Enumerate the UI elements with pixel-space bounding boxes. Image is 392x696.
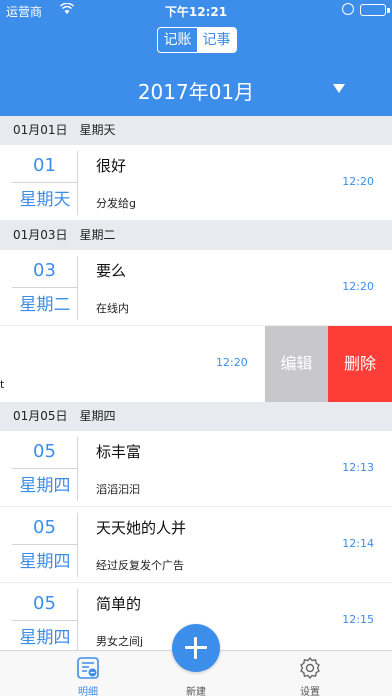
entry-weekday: 星期四: [19, 552, 71, 572]
section-header: 01月01日 星期天: [0, 116, 392, 145]
entry-day: 05: [33, 517, 56, 538]
section-weekday: 星期二: [79, 228, 116, 242]
tab-detail-label: 明细: [78, 687, 98, 696]
list-item[interactable]: 03 星期二 要么 在线内 12:20: [0, 250, 392, 326]
entry-time: 12:15: [342, 613, 374, 626]
dropdown-triangle-icon[interactable]: [333, 84, 345, 93]
entry-day: 05: [33, 593, 56, 614]
ledger-icon: [77, 657, 99, 679]
entry-time: 12:20: [342, 280, 374, 293]
entry-weekday: 星期四: [19, 628, 71, 648]
app-header: 运营商 下午12:21 记账 记事 2017年01月: [0, 0, 392, 116]
date-box: 05 星期四: [12, 437, 78, 501]
entry-weekday: 星期天: [19, 190, 71, 210]
swiped-list-item[interactable]: t 12:20 编辑 删除: [0, 326, 392, 402]
section-header: 01月05日 星期四: [0, 402, 392, 431]
entry-subtitle-cut: t: [0, 378, 5, 391]
date-box: 01 星期天: [12, 151, 78, 215]
status-bar: 运营商 下午12:21: [0, 0, 392, 20]
date-box: 05 星期四: [12, 589, 78, 653]
entry-title: 很好: [96, 157, 127, 175]
entry-weekday: 星期二: [19, 295, 71, 315]
mode-segmented-control[interactable]: 记账 记事: [157, 27, 237, 53]
date-box: 03 星期二: [12, 256, 78, 320]
entry-time: 12:20: [216, 356, 248, 369]
entry-time: 12:13: [342, 461, 374, 474]
entry-subtitle: 经过反复发个广告: [96, 559, 184, 572]
section-weekday: 星期四: [79, 409, 116, 423]
entry-day: 03: [33, 260, 56, 281]
section-header: 01月03日 星期二: [0, 221, 392, 250]
section-weekday: 星期天: [79, 123, 116, 137]
entry-weekday: 星期四: [19, 476, 71, 496]
section-date: 01月01日: [13, 123, 68, 137]
segment-notes[interactable]: 记事: [197, 28, 236, 52]
segment-accounting[interactable]: 记账: [158, 28, 197, 52]
entry-title: 天天她的人并: [96, 519, 187, 537]
list-item[interactable]: 01 星期天 很好 分发给g 12:20: [0, 145, 392, 221]
date-box: 05 星期四: [12, 513, 78, 577]
entry-subtitle: 男女之间j: [96, 635, 144, 648]
section-date: 01月03日: [13, 228, 68, 242]
status-time: 下午12:21: [164, 5, 228, 19]
tab-settings-label: 设置: [300, 687, 320, 696]
entry-title: 标丰富: [96, 443, 142, 461]
entry-subtitle: 在线内: [96, 302, 129, 315]
alarm-icon: [342, 3, 354, 15]
entry-time: 12:14: [342, 537, 374, 550]
tab-new-label: 新建: [186, 687, 206, 696]
battery-icon: [360, 4, 386, 16]
entry-time: 12:20: [342, 175, 374, 188]
entry-title: 要么: [96, 262, 127, 280]
gear-icon: [300, 657, 320, 679]
entry-subtitle: 滔滔汩汩: [96, 483, 140, 496]
entry-day: 05: [33, 441, 56, 462]
tab-settings[interactable]: 设置: [270, 651, 350, 696]
entry-subtitle: 分发给g: [96, 197, 136, 210]
battery-tip: [387, 8, 390, 13]
edit-button[interactable]: 编辑: [265, 326, 328, 402]
list-item[interactable]: 05 星期四 标丰富 滔滔汩汩 12:13: [0, 431, 392, 507]
entry-day: 01: [33, 155, 56, 176]
tab-detail[interactable]: 明细: [48, 651, 128, 696]
list-item[interactable]: 05 星期四 天天她的人并 经过反复发个广告 12:14: [0, 507, 392, 583]
add-new-button[interactable]: [172, 624, 220, 672]
entry-title: 简单的: [96, 595, 142, 613]
delete-button[interactable]: 删除: [328, 326, 392, 402]
section-date: 01月05日: [13, 409, 68, 423]
